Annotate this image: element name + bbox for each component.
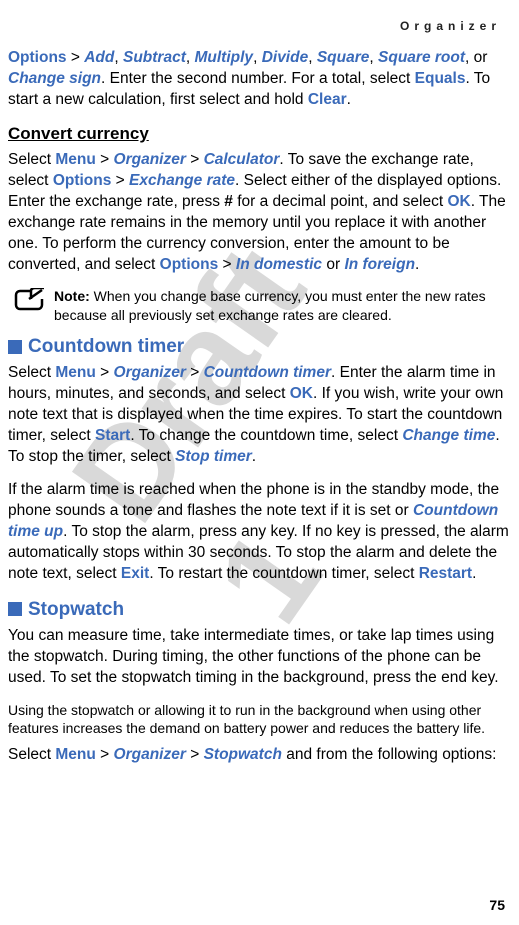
exit-label: Exit (121, 565, 149, 582)
heading-text: Countdown timer (28, 334, 184, 360)
text: > (186, 364, 204, 381)
text: > (96, 746, 114, 763)
text: , (253, 49, 262, 66)
text: . To restart the countdown timer, select (149, 565, 418, 582)
note-block: Note: When you change base currency, you… (14, 287, 509, 323)
intro-paragraph: Options > Add, Subtract, Multiply, Divid… (8, 48, 509, 111)
options-label: Options (53, 172, 112, 189)
add-label: Add (84, 49, 114, 66)
ok-label: OK (447, 193, 470, 210)
options-label: Options (8, 49, 67, 66)
text: and from the following options: (282, 746, 497, 763)
stopwatch-paragraph-3: Select Menu > Organizer > Stopwatch and … (8, 745, 509, 766)
equals-label: Equals (415, 70, 466, 87)
convert-currency-heading: Convert currency (8, 123, 509, 146)
text: Select (8, 364, 55, 381)
text: , (114, 49, 123, 66)
start-label: Start (95, 427, 130, 444)
page-content: Organizer Options > Add, Subtract, Multi… (8, 18, 509, 766)
text: > (96, 364, 114, 381)
text: . To change the countdown time, select (130, 427, 402, 444)
text: , (186, 49, 195, 66)
stopwatch-paragraph-1: You can measure time, take intermediate … (8, 626, 509, 689)
square-root-label: Square root (378, 49, 465, 66)
countdown-timer-label: Countdown timer (204, 364, 331, 381)
text: . (252, 448, 256, 465)
text: > (186, 746, 204, 763)
text: . (347, 91, 351, 108)
note-text: Note: When you change base currency, you… (54, 287, 509, 323)
countdown-paragraph-2: If the alarm time is reached when the ph… (8, 480, 509, 585)
change-sign-label: Change sign (8, 70, 101, 87)
text: > (67, 49, 85, 66)
convert-paragraph: Select Menu > Organizer > Calculator. To… (8, 150, 509, 276)
countdown-timer-heading: Countdown timer (8, 334, 509, 360)
stopwatch-heading: Stopwatch (8, 597, 509, 623)
page-header: Organizer (8, 18, 509, 34)
text: > (96, 151, 114, 168)
text: . (415, 256, 419, 273)
organizer-label: Organizer (114, 364, 186, 381)
change-time-label: Change time (402, 427, 495, 444)
square-bullet-icon (8, 602, 22, 616)
options-label: Options (160, 256, 219, 273)
organizer-label: Organizer (114, 746, 186, 763)
text: Select (8, 746, 55, 763)
text: or (322, 256, 344, 273)
in-domestic-label: In domestic (236, 256, 322, 273)
text: . Enter the second number. For a total, … (101, 70, 415, 87)
stop-timer-label: Stop timer (175, 448, 252, 465)
multiply-label: Multiply (195, 49, 254, 66)
exchange-rate-label: Exchange rate (129, 172, 235, 189)
ok-label: OK (290, 385, 313, 402)
text: . (472, 565, 476, 582)
page-number: 75 (489, 896, 505, 915)
text: for a decimal point, and select (233, 193, 448, 210)
in-foreign-label: In foreign (344, 256, 415, 273)
calculator-label: Calculator (204, 151, 280, 168)
menu-label: Menu (55, 364, 95, 381)
text: Select (8, 151, 55, 168)
countdown-paragraph-1: Select Menu > Organizer > Countdown time… (8, 363, 509, 468)
menu-label: Menu (55, 746, 95, 763)
organizer-label: Organizer (114, 151, 186, 168)
heading-text: Stopwatch (28, 597, 124, 623)
hash-key: # (224, 193, 233, 210)
text: , or (465, 49, 487, 66)
text: > (111, 172, 129, 189)
restart-label: Restart (419, 565, 472, 582)
text: , (369, 49, 378, 66)
subtract-label: Subtract (123, 49, 186, 66)
stopwatch-label: Stopwatch (204, 746, 282, 763)
square-label: Square (317, 49, 370, 66)
clear-label: Clear (308, 91, 347, 108)
menu-label: Menu (55, 151, 95, 168)
stopwatch-paragraph-2: Using the stopwatch or allowing it to ru… (8, 701, 509, 737)
text: , (308, 49, 317, 66)
note-icon (14, 288, 44, 317)
note-body: When you change base currency, you must … (54, 288, 486, 322)
text: > (186, 151, 204, 168)
text: > (218, 256, 236, 273)
note-label: Note: (54, 288, 90, 304)
square-bullet-icon (8, 340, 22, 354)
divide-label: Divide (262, 49, 309, 66)
